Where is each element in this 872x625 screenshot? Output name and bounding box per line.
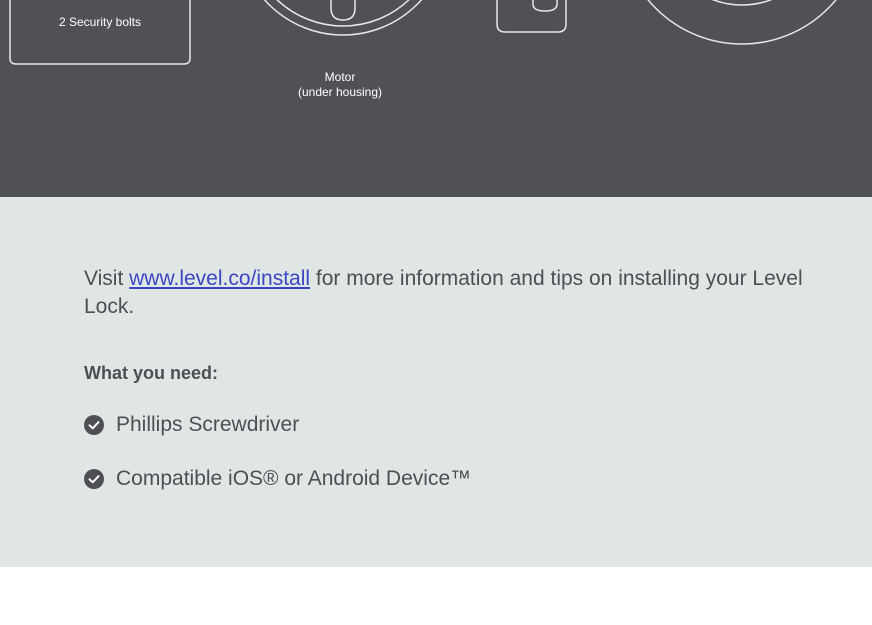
faceplate-inner-circle bbox=[711, 0, 773, 6]
intro-prefix: Visit bbox=[84, 267, 130, 290]
list-item: Compatible iOS® or Android Device™ bbox=[84, 465, 471, 493]
requirements-heading: What you need: bbox=[84, 363, 218, 383]
install-info-text: Visit www.level.co/install for more info… bbox=[84, 265, 824, 321]
motor-label: Motor (under housing) bbox=[250, 70, 430, 100]
requirement-label: Phillips Screwdriver bbox=[116, 413, 300, 436]
check-circle-icon bbox=[84, 469, 104, 489]
small-part-outline bbox=[496, 0, 567, 33]
security-bolts-box bbox=[9, 0, 191, 65]
faceplate-outer-circle bbox=[647, 0, 837, 45]
security-bolts-label: 2 Security bolts bbox=[58, 15, 142, 29]
check-circle-icon bbox=[84, 415, 104, 435]
list-item: Phillips Screwdriver bbox=[84, 411, 471, 439]
install-info-panel: Visit www.level.co/install for more info… bbox=[0, 197, 872, 567]
requirements-list: Phillips Screwdriver Compatible iOS® or … bbox=[84, 411, 471, 519]
motor-label-note: (under housing) bbox=[297, 85, 383, 99]
motor-slot bbox=[330, 0, 356, 21]
small-part-notch bbox=[532, 0, 558, 12]
requirement-label: Compatible iOS® or Android Device™ bbox=[116, 467, 472, 490]
motor-label-title: Motor bbox=[324, 70, 356, 84]
motor-housing-outer-circle bbox=[263, 0, 423, 36]
motor-housing-inner-circle bbox=[276, 0, 410, 27]
parts-diagram-panel: 2 Security bolts Motor (under housing) bbox=[0, 0, 872, 197]
install-link[interactable]: www.level.co/install bbox=[129, 267, 310, 290]
